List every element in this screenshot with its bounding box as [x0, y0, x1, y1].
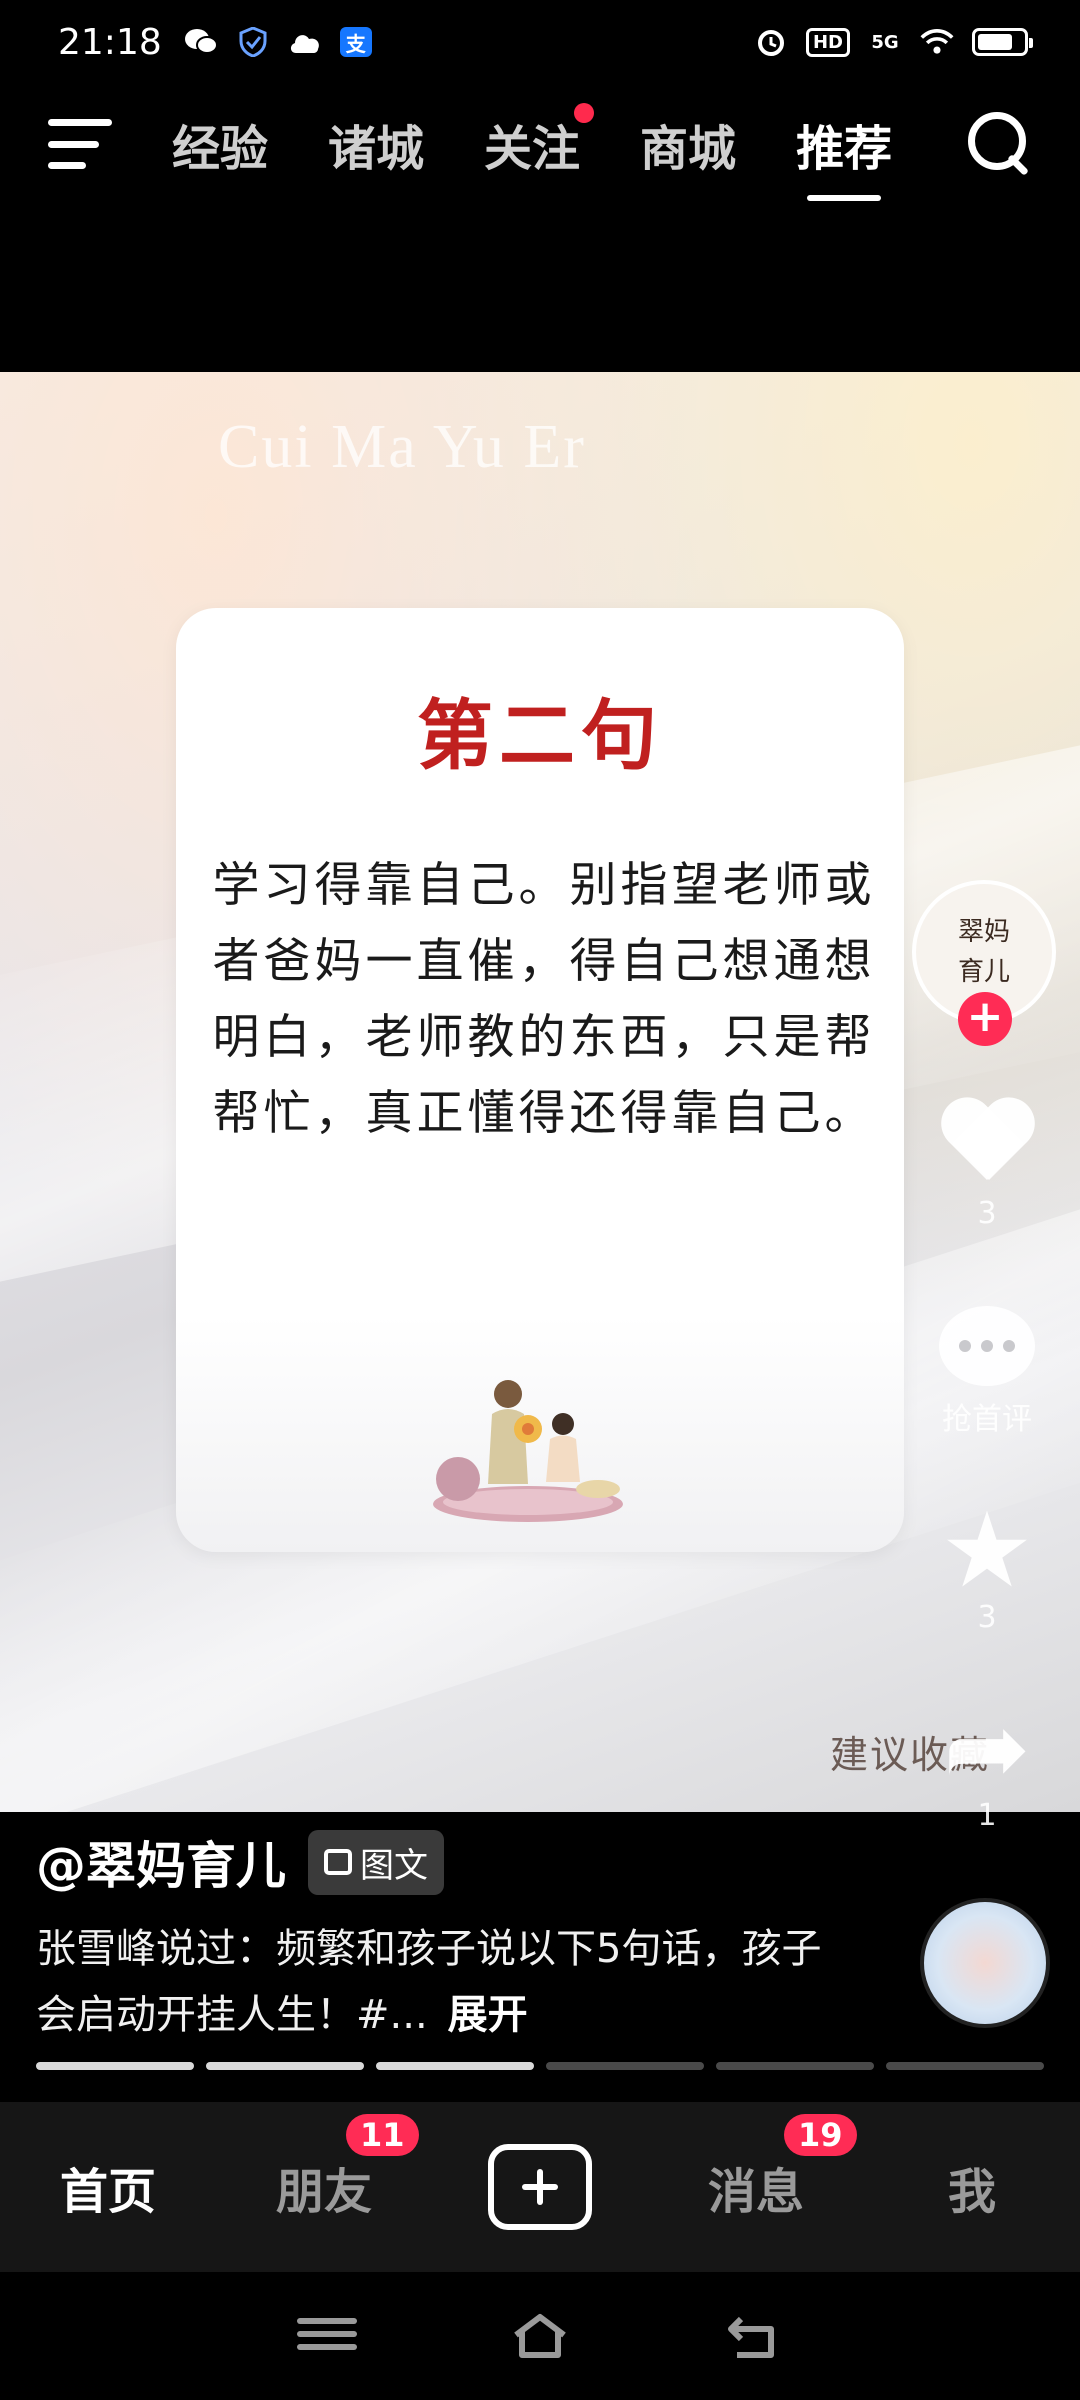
feed-tabs: 经验 诸城 关注 商城 推荐 [172, 103, 892, 179]
tab-recommend[interactable]: 推荐 [796, 109, 892, 179]
tab-friends-label: 朋友 [275, 2164, 372, 2220]
friends-badge: 11 [346, 2114, 419, 2156]
tab-home[interactable]: 首页 [0, 2152, 216, 2222]
mother-child-illustration [433, 1380, 623, 1522]
plus-icon [488, 2144, 592, 2230]
tab-following-label: 关注 [484, 121, 581, 177]
menu-icon[interactable] [48, 119, 112, 169]
status-system-icons: HD 5G [754, 27, 1033, 57]
comment-icon [939, 1306, 1035, 1386]
progress-segment [36, 2062, 194, 2070]
system-nav-bar [0, 2272, 1080, 2400]
top-nav: 经验 诸城 关注 商城 推荐 [0, 84, 1080, 204]
music-disc[interactable] [920, 1898, 1050, 2028]
comment-label: 抢首评 [942, 1402, 1032, 1437]
recent-apps-icon[interactable] [296, 2311, 357, 2361]
description-text: 张雪峰说过：频繁和孩子说以下5句话，孩子会启动开挂人生！#... [36, 1926, 822, 2038]
action-rail: 翠妈 育儿 + 3 抢首评 ★ 3 ➦ 1 [912, 880, 1062, 1840]
post-type-badge: 图文 [308, 1829, 444, 1895]
post-description[interactable]: 张雪峰说过：频繁和孩子说以下5句话，孩子会启动开挂人生！#... 展开 [36, 1916, 826, 2048]
battery-icon [972, 28, 1033, 56]
expand-link[interactable]: 展开 [448, 1992, 528, 2038]
tab-messages-label: 消息 [707, 2164, 804, 2220]
favorite-count: 3 [977, 1600, 997, 1635]
image-post-icon [324, 1849, 352, 1875]
status-notification-icons: 支 [184, 27, 372, 57]
wifi-icon [920, 27, 954, 57]
cloud-icon [288, 27, 322, 57]
tab-friends[interactable]: 朋友 11 [216, 2114, 432, 2222]
tab-experience[interactable]: 经验 [172, 109, 268, 179]
author-name[interactable]: @翠妈育儿 [36, 1826, 286, 1898]
like-count: 3 [977, 1196, 997, 1231]
tab-messages[interactable]: 消息 19 [648, 2114, 864, 2222]
home-icon[interactable] [510, 2311, 570, 2361]
heart-icon [937, 1100, 1037, 1190]
progress-segment [716, 2062, 874, 2070]
favorite-button[interactable]: ★ 3 [912, 1489, 1062, 1635]
shield-icon [236, 27, 270, 57]
avatar-text-line1: 翠妈 [957, 917, 1010, 947]
5g-signal-icon: 5G [871, 31, 899, 53]
bottom-tab-bar: 首页 朋友 11 消息 19 我 [0, 2102, 1080, 2272]
star-icon: ★ [940, 1489, 1034, 1611]
follow-button[interactable]: + [958, 992, 1012, 1046]
card-body-text: 学习得靠自己。别指望老师或者爸妈一直催，得自己想通想明白，老师教的东西，只是帮帮… [212, 858, 876, 1141]
quote-card: 第二句 学习得靠自己。别指望老师或者爸妈一直催，得自己想通想明白，老师教的东西，… [176, 608, 904, 1552]
watermark-text: Cui Ma Yu Er [218, 413, 586, 481]
tab-mall[interactable]: 商城 [640, 109, 736, 179]
search-icon[interactable] [968, 112, 1032, 176]
progress-segment [376, 2062, 534, 2070]
back-icon[interactable] [723, 2311, 783, 2361]
share-arrow-icon: ➦ [943, 1687, 1031, 1809]
tab-local-city[interactable]: 诸城 [328, 109, 424, 179]
progress-segment [886, 2062, 1044, 2070]
wechat-icon [184, 27, 218, 57]
messages-badge: 19 [784, 2114, 857, 2156]
author-row: @翠妈育儿 图文 [36, 1826, 444, 1898]
alipay-icon: 支 [339, 27, 372, 57]
alarm-icon [754, 27, 788, 57]
tab-me[interactable]: 我 [864, 2152, 1080, 2222]
avatar-text-line2: 育儿 [957, 957, 1010, 987]
comment-button[interactable]: 抢首评 [912, 1306, 1062, 1438]
card-title: 第二句 [417, 691, 663, 780]
tab-following[interactable]: 关注 [484, 103, 595, 179]
image-progress-indicator [36, 2062, 1044, 2070]
post-type-label: 图文 [360, 1845, 428, 1886]
hd-icon: HD [805, 27, 850, 57]
post-info: @翠妈育儿 图文 张雪峰说过：频繁和孩子说以下5句话，孩子会启动开挂人生！#..… [0, 1812, 1080, 2102]
status-bar: 21:18 支 HD 5G [0, 0, 1080, 84]
new-content-dot [574, 103, 595, 123]
tab-create[interactable] [432, 2144, 648, 2230]
status-time: 21:18 [58, 21, 162, 63]
progress-segment [206, 2062, 364, 2070]
like-button[interactable]: 3 [912, 1100, 1062, 1231]
progress-segment [546, 2062, 704, 2070]
